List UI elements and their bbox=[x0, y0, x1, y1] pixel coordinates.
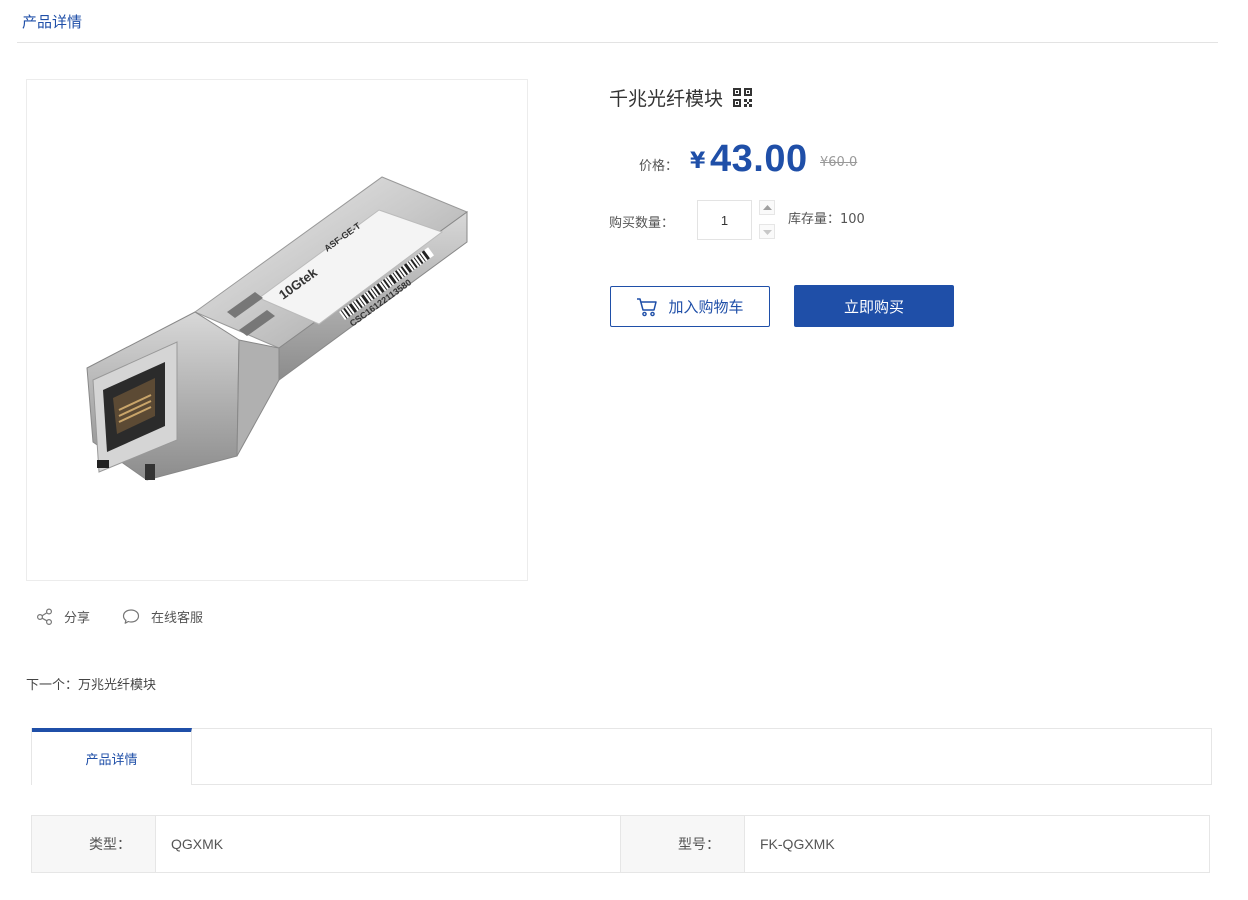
spec-table: 类型： QGXMK 型号： FK-QGXMK bbox=[31, 815, 1210, 873]
share-icon bbox=[36, 608, 53, 625]
tab-product-details[interactable]: 产品详情 bbox=[32, 728, 192, 785]
qrcode-icon[interactable] bbox=[733, 88, 753, 107]
spec-model-label: 型号： bbox=[621, 816, 745, 872]
detail-tabs: 产品详情 bbox=[31, 728, 1212, 785]
currency-symbol: ¥ bbox=[690, 149, 706, 174]
online-service-button[interactable]: 在线客服 bbox=[122, 607, 203, 626]
next-product-link[interactable]: 下一个：万兆光纤模块 bbox=[26, 674, 156, 693]
spec-type-label: 类型： bbox=[32, 816, 156, 872]
add-to-cart-button[interactable]: 加入购物车 bbox=[610, 286, 770, 327]
quantity-label: 购买数量： bbox=[609, 216, 675, 231]
chat-icon bbox=[122, 609, 140, 624]
price-label: 价格： bbox=[639, 159, 679, 174]
quantity-input[interactable] bbox=[697, 200, 752, 240]
online-service-label: 在线客服 bbox=[151, 611, 204, 626]
share-button[interactable]: 分享 bbox=[36, 607, 90, 626]
add-to-cart-label: 加入购物车 bbox=[668, 298, 744, 316]
caret-up-icon bbox=[763, 205, 772, 210]
spec-type-value: QGXMK bbox=[156, 816, 621, 872]
spec-model-value: FK-QGXMK bbox=[760, 836, 835, 852]
sfp-module-illustration: 10Gtek ASF-GE-T CSC16122113580 bbox=[86, 176, 469, 481]
product-actions: 分享 在线客服 bbox=[36, 607, 203, 626]
share-label: 分享 bbox=[64, 611, 91, 626]
product-image: 10Gtek ASF-GE-T CSC16122113580 bbox=[26, 79, 528, 581]
stock-count: 库存量：100 bbox=[788, 212, 865, 227]
original-price: ¥60.0 bbox=[820, 155, 858, 170]
breadcrumb: 产品详情 bbox=[17, 0, 1218, 43]
buy-now-button[interactable]: 立即购买 bbox=[794, 285, 954, 327]
caret-down-icon bbox=[763, 230, 772, 235]
product-title-row: 千兆光纤模块 bbox=[609, 84, 753, 111]
cart-icon bbox=[637, 297, 658, 316]
breadcrumb-label[interactable]: 产品详情 bbox=[22, 11, 82, 32]
tab-label: 产品详情 bbox=[85, 753, 138, 768]
product-price: 43.00 bbox=[710, 138, 808, 180]
quantity-increment-button[interactable] bbox=[759, 200, 775, 215]
product-title: 千兆光纤模块 bbox=[609, 88, 724, 110]
quantity-decrement-button[interactable] bbox=[759, 224, 775, 239]
buy-now-label: 立即购买 bbox=[843, 297, 904, 316]
